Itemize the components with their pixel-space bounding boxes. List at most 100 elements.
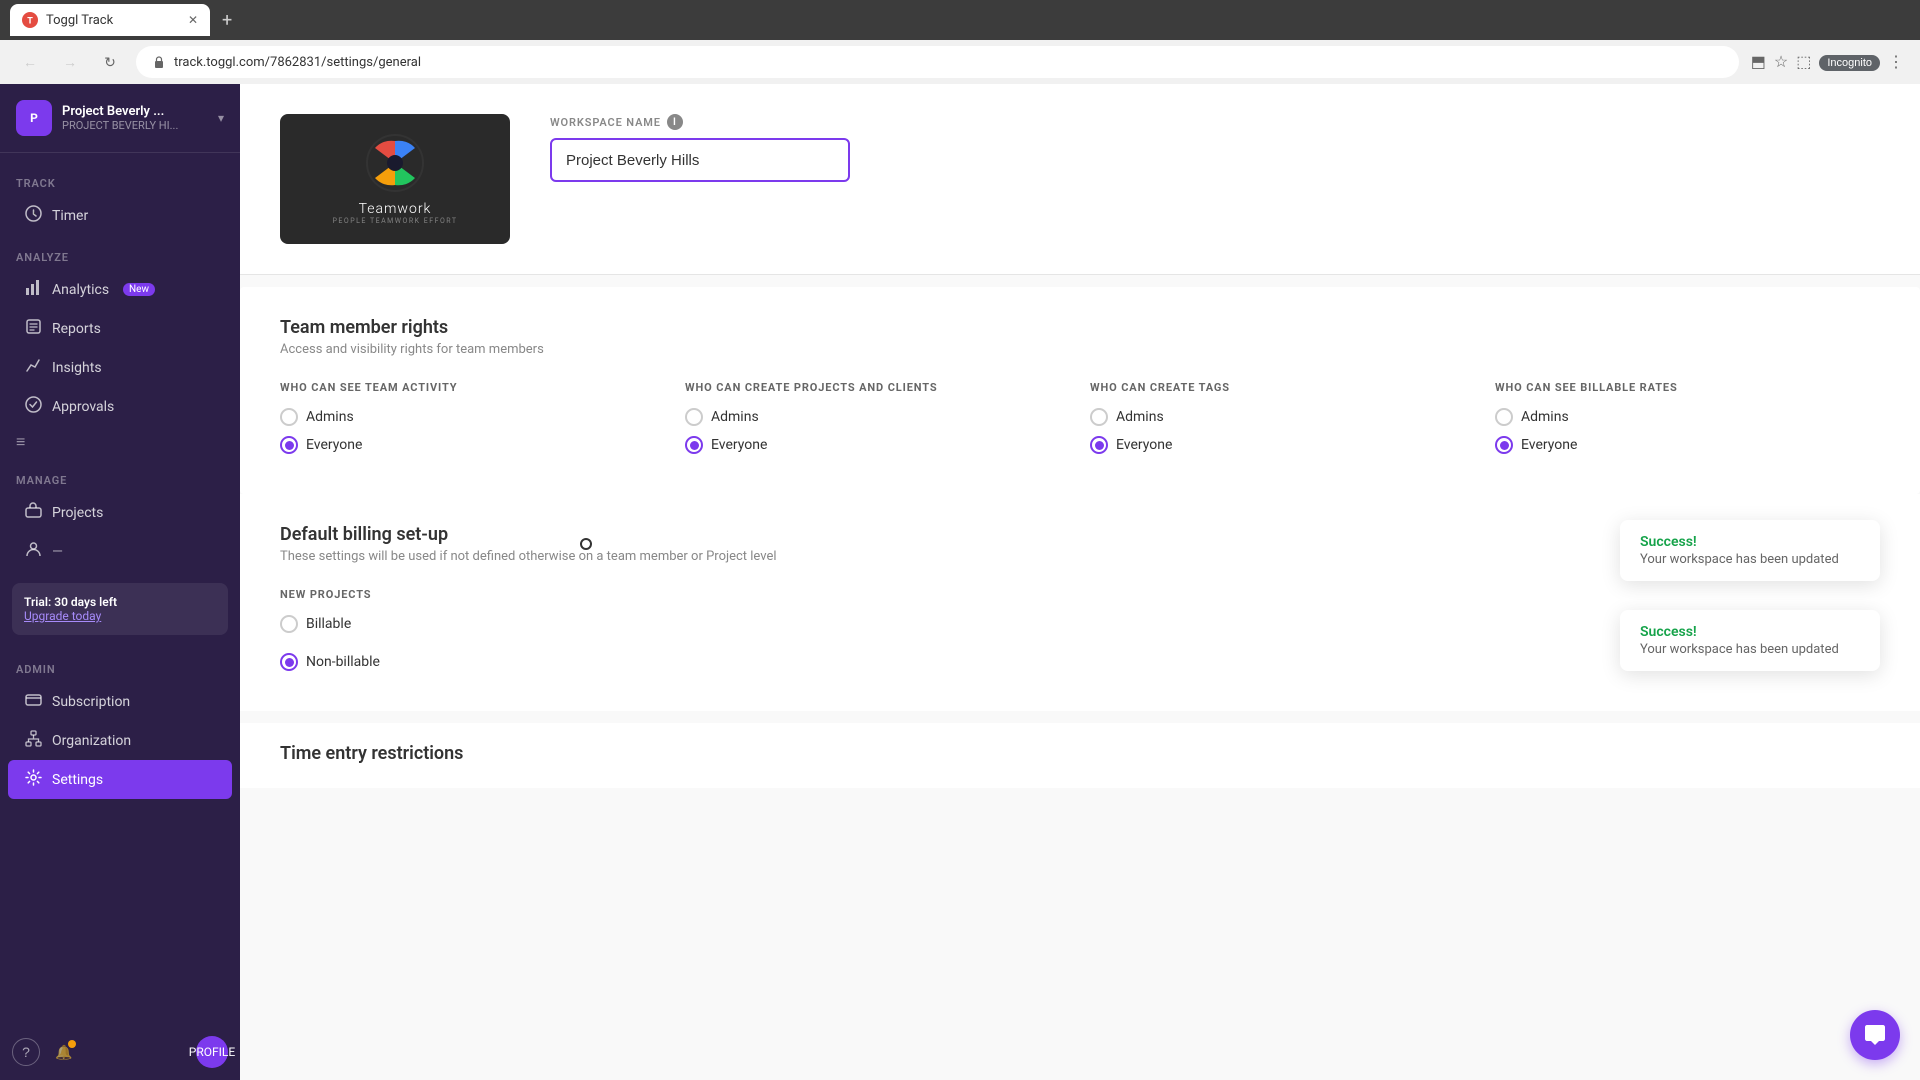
workspace-chevron-icon: ▾ — [218, 111, 224, 125]
workspace-name-section: WORKSPACE NAME i — [550, 114, 1880, 182]
sidebar-header[interactable]: P Project Beverly ... PROJECT BEVERLY HI… — [0, 84, 240, 153]
menu-button[interactable]: ⋮ — [1888, 52, 1904, 72]
collapse-icon[interactable]: ≡ — [16, 432, 25, 452]
success-notification-1: Success! Your workspace has been updated — [1620, 520, 1880, 581]
create-projects-admins[interactable]: Admins — [685, 408, 1070, 426]
insights-icon — [24, 357, 42, 378]
clients-label: — — [52, 544, 63, 560]
rights-col-billable-rates: WHO CAN SEE BILLABLE RATES Admins Everyo… — [1495, 381, 1880, 464]
forward-button[interactable]: → — [56, 48, 84, 76]
projects-label: Projects — [52, 505, 103, 521]
cast-button[interactable]: ⬒ — [1751, 52, 1766, 72]
manage-section-label: MANAGE — [0, 458, 240, 493]
workspace-name-input[interactable] — [550, 138, 850, 182]
settings-top-section: Teamwork PEOPLE TEAMWORK EFFORT WORKSPAC… — [240, 84, 1920, 275]
radio-create-projects-admins[interactable] — [685, 408, 703, 426]
analyze-section-label: ANALYZE — [0, 235, 240, 270]
back-button[interactable]: ← — [16, 48, 44, 76]
admin-section-label: ADMIN — [0, 647, 240, 682]
workspace-info: Project Beverly ... PROJECT BEVERLY HI..… — [62, 104, 208, 133]
sidebar-item-insights[interactable]: Insights — [8, 348, 232, 387]
new-tab-button[interactable]: + — [222, 10, 232, 31]
workspace-name-field-label: WORKSPACE NAME i — [550, 114, 1880, 130]
team-rights-desc: Access and visibility rights for team me… — [280, 342, 1880, 357]
sidebar-item-timer[interactable]: Timer — [8, 196, 232, 235]
extension-button[interactable]: ⬚ — [1796, 52, 1811, 72]
tab-close-button[interactable]: ✕ — [188, 13, 198, 27]
lock-icon — [152, 55, 166, 69]
sidebar-item-clients[interactable]: — — [8, 532, 232, 571]
sidebar-item-organization[interactable]: Organization — [8, 721, 232, 760]
sidebar-item-analytics[interactable]: Analytics New — [8, 270, 232, 309]
settings-label: Settings — [52, 772, 103, 788]
clients-icon — [24, 541, 42, 562]
radio-team-activity-admins[interactable] — [280, 408, 298, 426]
radio-create-tags-admins[interactable] — [1090, 408, 1108, 426]
create-tags-admins[interactable]: Admins — [1090, 408, 1475, 426]
sidebar-item-projects[interactable]: Projects — [8, 493, 232, 532]
workspace-name-info-icon[interactable]: i — [667, 114, 683, 130]
team-activity-everyone[interactable]: Everyone — [280, 436, 665, 454]
help-button[interactable]: ? — [12, 1038, 40, 1066]
profile-avatar[interactable]: PROFILE — [196, 1036, 228, 1068]
success-1-title: Success! — [1640, 534, 1860, 550]
browser-tab[interactable]: T Toggl Track ✕ — [10, 4, 210, 36]
reports-label: Reports — [52, 321, 101, 337]
teamwork-logo: Teamwork PEOPLE TEAMWORK EFFORT — [332, 133, 457, 225]
radio-billable-rates-admins[interactable] — [1495, 408, 1513, 426]
radio-create-tags-everyone[interactable] — [1090, 436, 1108, 454]
success-2-title: Success! — [1640, 624, 1860, 640]
sidebar-bottom: ? 🔔 PROFILE — [0, 1024, 240, 1080]
chat-button[interactable] — [1850, 1010, 1900, 1060]
bookmark-button[interactable]: ☆ — [1774, 52, 1788, 72]
teamwork-tagline: PEOPLE TEAMWORK EFFORT — [332, 217, 457, 225]
address-bar[interactable]: track.toggl.com/7862831/settings/general — [136, 46, 1739, 78]
refresh-button[interactable]: ↻ — [96, 48, 124, 76]
create-tags-everyone[interactable]: Everyone — [1090, 436, 1475, 454]
team-activity-admins[interactable]: Admins — [280, 408, 665, 426]
teamwork-text: Teamwork — [332, 201, 457, 217]
approvals-icon — [24, 396, 42, 417]
upgrade-link[interactable]: Upgrade today — [24, 609, 216, 623]
timer-icon — [24, 205, 42, 226]
col-label-3: WHO CAN CREATE TAGS — [1090, 381, 1475, 394]
success-1-desc: Your workspace has been updated — [1640, 552, 1860, 567]
analytics-icon — [24, 279, 42, 300]
browser-actions: ⬒ ☆ ⬚ Incognito ⋮ — [1751, 52, 1904, 72]
rights-grid: WHO CAN SEE TEAM ACTIVITY Admins Everyon… — [280, 381, 1880, 464]
sidebar-item-settings[interactable]: Settings — [8, 760, 232, 799]
sidebar-item-reports[interactable]: Reports — [8, 309, 232, 348]
analytics-label: Analytics — [52, 282, 109, 298]
workspace-icon: P — [16, 100, 52, 136]
create-projects-everyone[interactable]: Everyone — [685, 436, 1070, 454]
trial-box: Trial: 30 days left Upgrade today — [12, 583, 228, 635]
sidebar-item-subscription[interactable]: Subscription — [8, 682, 232, 721]
notification-dot — [68, 1040, 76, 1048]
team-rights-title: Team member rights — [280, 317, 1880, 338]
browser-controls: ← → ↻ track.toggl.com/7862831/settings/g… — [0, 40, 1920, 84]
time-restrictions-section: Time entry restrictions — [240, 723, 1920, 788]
team-rights-section: Team member rights Access and visibility… — [240, 287, 1920, 494]
teamwork-logo-icon — [365, 133, 425, 193]
settings-icon — [24, 769, 42, 790]
radio-create-projects-everyone[interactable] — [685, 436, 703, 454]
radio-new-projects-non-billable[interactable] — [280, 653, 298, 671]
workspace-name-label: Project Beverly ... — [62, 104, 208, 120]
organization-icon — [24, 730, 42, 751]
time-restrictions-title: Time entry restrictions — [280, 743, 1880, 764]
notifications-button[interactable]: 🔔 — [50, 1038, 78, 1066]
radio-team-activity-everyone[interactable] — [280, 436, 298, 454]
sidebar-item-approvals[interactable]: Approvals — [8, 387, 232, 426]
billable-rates-everyone[interactable]: Everyone — [1495, 436, 1880, 454]
app-layout: P Project Beverly ... PROJECT BEVERLY HI… — [0, 84, 1920, 1080]
radio-billable-rates-everyone[interactable] — [1495, 436, 1513, 454]
success-notification-2: Success! Your workspace has been updated — [1620, 610, 1880, 671]
approvals-label: Approvals — [52, 399, 114, 415]
success-2-desc: Your workspace has been updated — [1640, 642, 1860, 657]
track-section-label: TRACK — [0, 161, 240, 196]
timer-label: Timer — [52, 208, 88, 224]
rights-col-create-tags: WHO CAN CREATE TAGS Admins Everyone — [1090, 381, 1475, 464]
profile-button[interactable]: Incognito — [1819, 53, 1880, 71]
billable-rates-admins[interactable]: Admins — [1495, 408, 1880, 426]
radio-new-projects-billable[interactable] — [280, 615, 298, 633]
